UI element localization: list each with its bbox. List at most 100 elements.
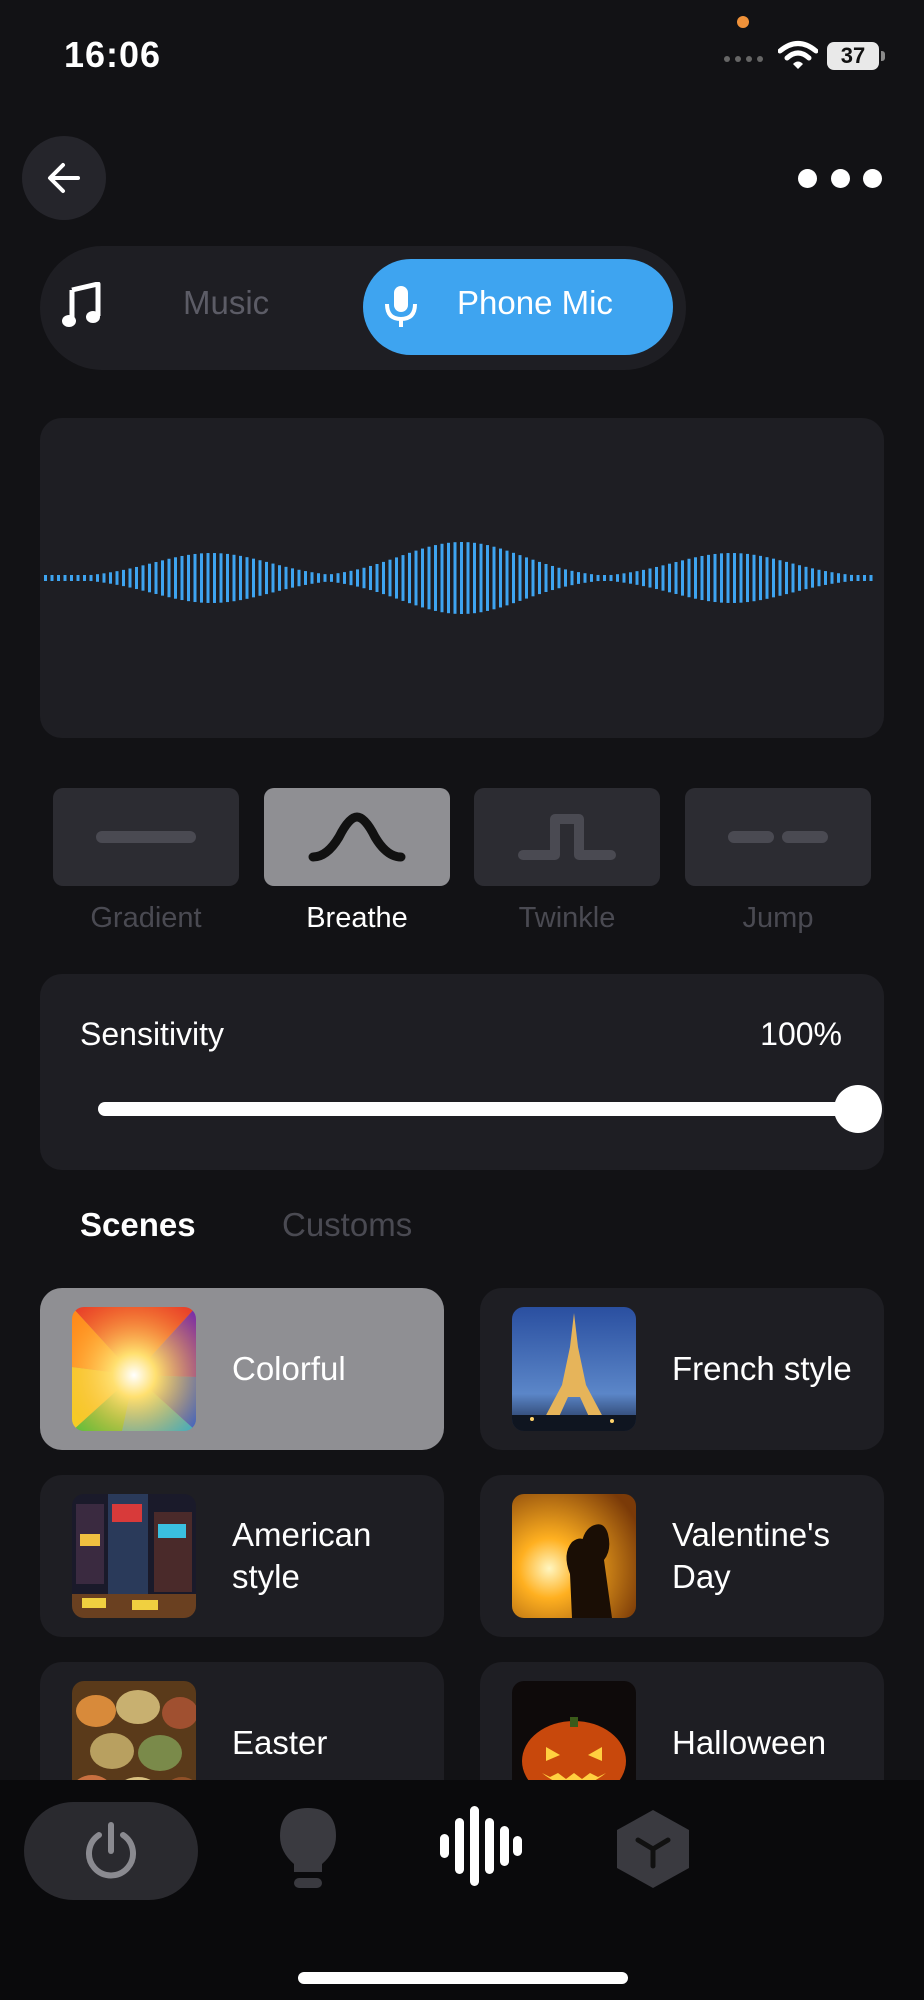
waveform-bar	[291, 568, 294, 588]
cube-icon[interactable]	[614, 1808, 692, 1895]
tab-scenes[interactable]: Scenes	[80, 1206, 196, 1244]
waveform-bar	[310, 572, 314, 584]
waveform-bar	[824, 571, 827, 585]
waveform-bar	[362, 567, 366, 589]
waveform-bar	[447, 542, 450, 614]
mode-breathe[interactable]: Breathe	[264, 788, 450, 935]
waveform-bar	[206, 553, 210, 603]
waveform-bar	[863, 575, 866, 581]
waveform-bar	[83, 575, 86, 581]
mode-box	[53, 788, 239, 886]
waveform-bar	[336, 573, 340, 583]
waveform-bar	[460, 542, 463, 614]
bulb-icon[interactable]	[278, 1806, 338, 1899]
waveform-bar	[720, 553, 723, 603]
mode-label: Jump	[742, 902, 814, 934]
waveform-bar	[245, 557, 249, 599]
wifi-icon	[777, 40, 819, 75]
waveform-bar	[167, 558, 171, 598]
waveform-bar	[317, 573, 320, 583]
tab-customs[interactable]: Customs	[282, 1206, 412, 1244]
mode-gradient[interactable]: Gradient	[53, 788, 239, 935]
waveform-bar	[603, 575, 606, 581]
waveform-bar	[453, 542, 457, 614]
mode-twinkle[interactable]: Twinkle	[474, 788, 660, 935]
music-wave-icon[interactable]	[438, 1804, 522, 1893]
waveform-bar	[382, 561, 385, 595]
waveform-bar	[226, 553, 229, 603]
jump-dashes-icon	[728, 831, 828, 843]
back-button[interactable]	[22, 136, 106, 220]
scene-card-colorful[interactable]: Colorful	[40, 1288, 444, 1450]
sensitivity-slider-thumb[interactable]	[834, 1085, 882, 1133]
music-note-icon[interactable]	[62, 281, 102, 333]
waveform-bar	[700, 555, 704, 601]
cellular-signal-icon	[724, 56, 763, 62]
waveform-bar	[265, 561, 268, 595]
waveform-bar	[369, 565, 372, 591]
waveform-bar	[713, 553, 717, 603]
waveform-bar	[817, 569, 821, 587]
waveform-bar	[726, 553, 730, 603]
waveform-bar	[434, 545, 437, 611]
scene-name: Colorful	[232, 1350, 346, 1387]
waveform-bar	[830, 572, 834, 584]
waveform-bar	[629, 572, 632, 584]
waveform-bar	[115, 571, 119, 585]
waveform-bar	[193, 553, 197, 603]
scene-card-french-style[interactable]: French style	[480, 1288, 884, 1450]
waveform-bar	[180, 555, 184, 601]
audio-source-toggle: Music Phone Mic	[40, 246, 686, 370]
waveform-bar	[297, 569, 301, 587]
waveform-bar	[583, 573, 587, 583]
more-options-button[interactable]	[790, 160, 890, 196]
waveform-bar	[128, 568, 132, 588]
waveform-bar	[258, 560, 262, 596]
waveform-bar	[479, 543, 483, 613]
sensitivity-slider-track[interactable]	[98, 1102, 858, 1116]
waveform-bar	[512, 552, 515, 604]
waveform-bar	[304, 571, 307, 585]
scene-name: American style	[232, 1516, 372, 1595]
waveform-bar	[759, 555, 762, 601]
waveform-bar	[707, 554, 710, 602]
waveform-bar	[440, 543, 444, 613]
mode-box	[474, 788, 660, 886]
scene-card-valentines-day[interactable]: Valentine's Day	[480, 1475, 884, 1637]
waveform-bar	[681, 560, 684, 596]
waveform-bar	[850, 574, 853, 582]
waveform-bar	[401, 555, 405, 601]
waveform-bar	[141, 565, 145, 591]
waveform-bar	[733, 553, 736, 603]
waveform-bar	[499, 548, 502, 608]
waveform-bar	[154, 562, 158, 594]
times-square-thumbnail	[72, 1494, 196, 1618]
phone-mic-source-option[interactable]: Phone Mic	[363, 259, 673, 355]
waveform-bar	[778, 560, 782, 596]
mode-label: Gradient	[90, 902, 202, 934]
power-button[interactable]	[24, 1802, 198, 1900]
mode-jump[interactable]: Jump	[685, 788, 871, 935]
waveform-bar	[856, 575, 860, 581]
waveform-bar	[577, 572, 580, 584]
waveform-bar	[421, 548, 424, 608]
couple-sunset-thumbnail	[512, 1494, 636, 1618]
waveform-bar	[408, 552, 411, 604]
waveform-bar	[635, 571, 639, 585]
waveform-bar	[44, 575, 47, 581]
waveform-bar	[466, 542, 470, 614]
mode-box	[264, 788, 450, 886]
waveform-bar	[271, 563, 275, 593]
music-source-option[interactable]: Music	[183, 284, 269, 322]
battery-tip	[881, 51, 885, 61]
waveform-bar	[752, 554, 756, 602]
waveform-bar	[694, 557, 697, 599]
waveform-bar	[148, 563, 151, 593]
waveform-bar	[174, 557, 177, 599]
waveform-bar	[596, 574, 600, 582]
waveform-bar	[785, 561, 788, 595]
scene-card-american-style[interactable]: American style	[40, 1475, 444, 1637]
waveform-bar	[96, 574, 99, 582]
waveform-bar	[804, 566, 808, 590]
home-indicator[interactable]	[298, 1972, 628, 1984]
